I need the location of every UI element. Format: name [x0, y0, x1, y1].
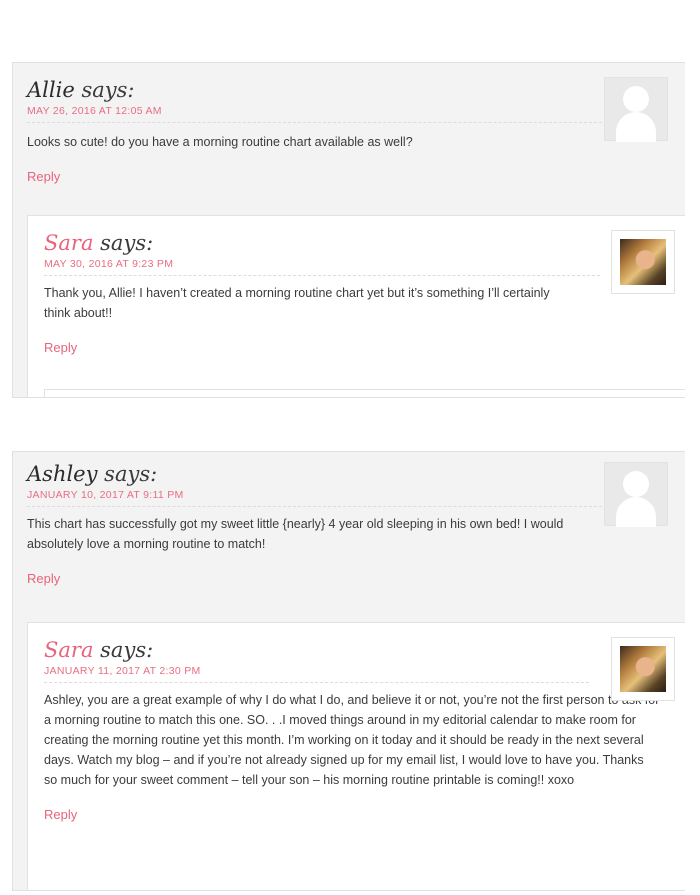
- comment-text: Ashley, you are a great example of why I…: [44, 693, 660, 787]
- nested-reply-box: [44, 389, 685, 397]
- comment-thread-2: Ashley says: JANUARY 10, 2017 AT 9:11 PM…: [12, 451, 685, 891]
- comment-text: This chart has successfully got my sweet…: [27, 517, 564, 551]
- says-label: says:: [104, 462, 158, 486]
- author-photo-avatar: [611, 230, 675, 294]
- says-label: says:: [100, 638, 154, 662]
- comment-date[interactable]: JANUARY 11, 2017 AT 2:30 PM: [44, 665, 589, 683]
- reply-button[interactable]: Reply: [44, 807, 660, 822]
- comment-ashley: Ashley says: JANUARY 10, 2017 AT 9:11 PM…: [27, 461, 607, 586]
- comment-author-name: Sara: [44, 638, 94, 662]
- says-label: says:: [100, 231, 154, 255]
- default-avatar-icon: [604, 77, 668, 142]
- comment-author-name: Ashley: [27, 462, 98, 486]
- says-label: says:: [81, 78, 135, 102]
- comment-allie: Allie says: MAY 26, 2016 AT 12:05 AM Loo…: [27, 77, 607, 184]
- reply-box-sara-1: Sara says: MAY 30, 2016 AT 9:23 PM Thank…: [27, 215, 685, 397]
- comment-author-name: Allie: [27, 78, 75, 102]
- comment-author-line: Sara says:: [44, 230, 600, 256]
- comment-sara-reply: Sara says: MAY 30, 2016 AT 9:23 PM Thank…: [44, 230, 600, 355]
- comment-thread-1: Allie says: MAY 26, 2016 AT 12:05 AM Loo…: [12, 62, 685, 398]
- reply-button[interactable]: Reply: [27, 169, 607, 184]
- comment-date[interactable]: MAY 26, 2016 AT 12:05 AM: [27, 105, 607, 123]
- comment-author-line: Allie says:: [27, 77, 607, 103]
- comment-sara-reply: Sara says: JANUARY 11, 2017 AT 2:30 PM A…: [44, 637, 660, 822]
- comment-author-line: Ashley says:: [27, 461, 607, 487]
- comment-date[interactable]: JANUARY 10, 2017 AT 9:11 PM: [27, 489, 607, 507]
- comment-text: Thank you, Allie! I haven’t created a mo…: [44, 286, 550, 320]
- comment-date[interactable]: MAY 30, 2016 AT 9:23 PM: [44, 258, 600, 276]
- default-avatar-icon: [604, 462, 668, 527]
- comment-author-name: Sara: [44, 231, 94, 255]
- reply-button[interactable]: Reply: [44, 340, 600, 355]
- comment-text: Looks so cute! do you have a morning rou…: [27, 135, 413, 149]
- reply-button[interactable]: Reply: [27, 571, 607, 586]
- author-photo-avatar: [611, 637, 675, 701]
- reply-box-sara-2: Sara says: JANUARY 11, 2017 AT 2:30 PM A…: [27, 622, 685, 890]
- comment-author-line: Sara says:: [44, 637, 660, 663]
